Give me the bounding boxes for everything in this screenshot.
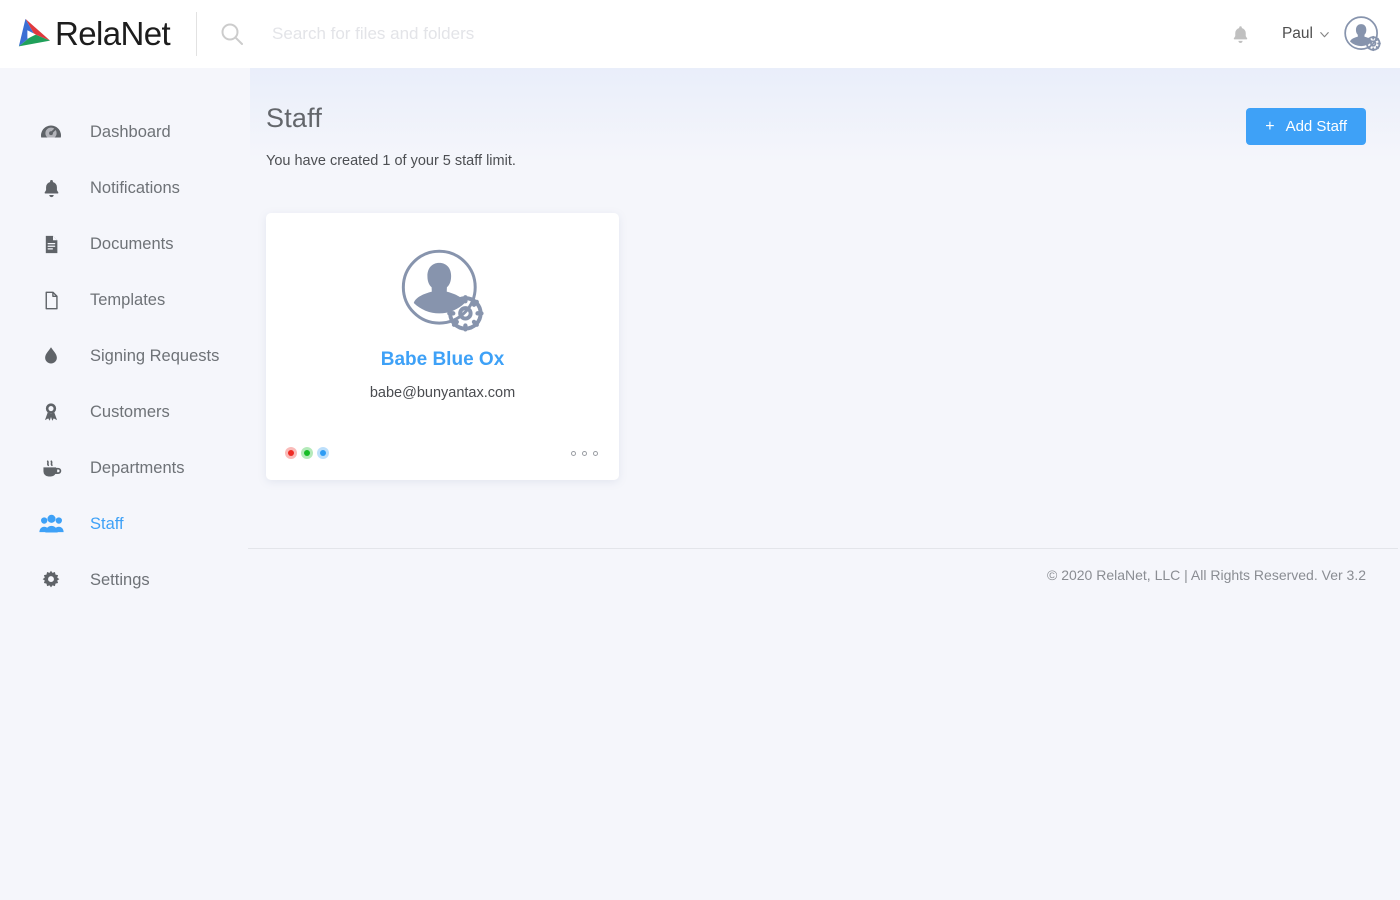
- page-footer: © 2020 RelaNet, LLC | All Rights Reserve…: [248, 548, 1400, 583]
- green-status-dot[interactable]: [301, 447, 313, 460]
- sidebar-item-label: Settings: [90, 570, 150, 589]
- sidebar-item-label: Customers: [90, 402, 170, 421]
- relanet-triangle-logo-icon: [15, 16, 53, 52]
- sidebar-item-staff[interactable]: Staff: [0, 496, 250, 552]
- more-dot: [571, 450, 576, 456]
- coffee-cup-icon: [38, 455, 64, 481]
- award-badge-icon: [38, 399, 64, 425]
- gear-icon: [38, 567, 64, 593]
- sidebar-item-label: Documents: [90, 234, 174, 253]
- user-avatar[interactable]: [1343, 15, 1381, 53]
- user-menu[interactable]: Paul: [1282, 15, 1381, 53]
- sidebar-item-customers[interactable]: Customers: [0, 384, 250, 440]
- header-actions: Paul: [1224, 15, 1381, 53]
- search-input[interactable]: [272, 14, 893, 54]
- sidebar-item-settings[interactable]: Settings: [0, 552, 250, 608]
- people-group-icon: [38, 511, 64, 537]
- chevron-down-icon: [1318, 28, 1331, 41]
- page-title: Staff: [266, 103, 323, 133]
- plus-icon: +: [1265, 117, 1275, 135]
- sidebar-item-notifications[interactable]: Notifications: [0, 160, 250, 216]
- staff-card-footer: [266, 447, 619, 460]
- sidebar-item-label: Templates: [90, 290, 166, 309]
- sidebar-item-signing-requests[interactable]: Signing Requests: [0, 328, 250, 384]
- add-staff-button[interactable]: + Add Staff: [1246, 108, 1366, 145]
- staff-email: babe@bunyantax.com: [369, 384, 516, 401]
- brand-name: RelaNet: [55, 15, 171, 52]
- add-staff-button-label: Add Staff: [1285, 118, 1347, 135]
- header-divider: [196, 12, 198, 56]
- ink-drop-icon: [38, 343, 64, 369]
- red-status-dot[interactable]: [285, 447, 297, 460]
- sidebar-item-label: Notifications: [90, 178, 180, 197]
- sidebar-item-label: Staff: [90, 514, 124, 533]
- sidebar-item-label: Dashboard: [90, 122, 171, 141]
- sidebar-item-documents[interactable]: Documents: [0, 216, 250, 272]
- search-icon: [219, 21, 245, 47]
- top-header-bar: RelaNet Paul: [0, 0, 1400, 68]
- sidebar-item-templates[interactable]: Templates: [0, 272, 250, 328]
- more-dot: [593, 450, 598, 456]
- user-name-label: Paul: [1281, 25, 1313, 42]
- file-icon: [38, 287, 64, 313]
- staff-name-link[interactable]: Babe Blue Ox: [381, 349, 505, 371]
- staff-limit-text: You have created 1 of your 5 staff limit…: [266, 152, 516, 169]
- sidebar-navigation: Dashboard Notifications Documents Templa…: [0, 68, 250, 900]
- sidebar-item-label: Departments: [90, 458, 185, 477]
- main-content: Staff You have created 1 of your 5 staff…: [248, 68, 1400, 900]
- staff-card-grid: Babe Blue Ox babe@bunyantax.com: [250, 169, 1400, 480]
- staff-avatar-icon: [400, 248, 486, 332]
- sidebar-item-dashboard[interactable]: Dashboard: [0, 104, 250, 160]
- gauge-icon: [38, 119, 64, 145]
- staff-status-dots: [285, 447, 329, 460]
- search-bar[interactable]: [219, 0, 1224, 68]
- sidebar-item-departments[interactable]: Departments: [0, 440, 250, 496]
- more-dot: [582, 450, 587, 456]
- staff-card[interactable]: Babe Blue Ox babe@bunyantax.com: [266, 212, 619, 480]
- blue-status-dot[interactable]: [317, 447, 329, 460]
- more-options-icon[interactable]: [569, 447, 600, 460]
- document-icon: [38, 231, 64, 257]
- brand-logo[interactable]: RelaNet: [15, 0, 171, 68]
- notifications-bell-icon[interactable]: [1224, 17, 1258, 51]
- copyright-text: © 2020 RelaNet, LLC | All Rights Reserve…: [1046, 567, 1366, 583]
- page-header: Staff You have created 1 of your 5 staff…: [250, 68, 1400, 169]
- page-heading-group: Staff You have created 1 of your 5 staff…: [266, 103, 516, 169]
- sidebar-item-label: Signing Requests: [90, 346, 220, 365]
- bell-icon: [38, 175, 64, 201]
